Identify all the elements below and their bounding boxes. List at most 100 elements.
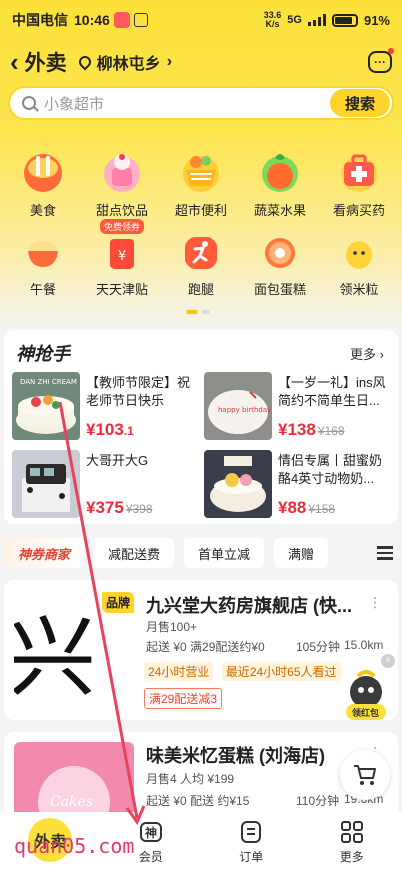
category-bakery[interactable]: 面包蛋糕 <box>241 231 319 298</box>
store-name: 味美米忆蛋糕 (刘海店) <box>146 746 325 766</box>
category-dessert[interactable]: 甜点饮品 <box>83 148 161 219</box>
category-label: 看病买药 <box>332 203 385 218</box>
status-bar: 中国电信 10:46 33.6 K/s 5G 91% <box>0 0 402 40</box>
app-notification-icon <box>113 12 130 28</box>
product-card[interactable]: 情侣专属丨甜蜜奶酪4英寸动物奶... ¥88 ¥158 <box>204 450 394 522</box>
page-title: 外卖 <box>24 52 67 75</box>
category-label: 美食 <box>29 203 56 218</box>
category-lunch[interactable]: 午餐 <box>4 231 82 298</box>
flash-sale-title: 神抢手 <box>16 344 70 364</box>
original-price: ¥398 <box>125 502 153 516</box>
food-icon <box>24 154 62 192</box>
store-name: 九兴堂大药房旗舰店 (快... <box>146 596 352 616</box>
location-selector[interactable]: 柳林屯乡 › <box>76 50 173 74</box>
product-card[interactable]: DAN ZHI CREAM 【教师节限定】祝老师节日快乐 ¥103.1 <box>12 372 202 444</box>
product-price: ¥375 ¥398 <box>86 498 153 517</box>
product-name: 【一岁一礼】ins风简约不简单生日... <box>278 375 386 408</box>
medicine-icon <box>341 154 377 192</box>
product-card[interactable]: 大哥开大G ¥375 ¥398 <box>12 450 202 522</box>
more-link[interactable]: 更多 › <box>350 344 384 363</box>
filter-chip[interactable]: 首单立减 <box>184 538 265 568</box>
cart-icon <box>354 765 376 785</box>
search-icon <box>22 96 36 110</box>
chevron-right-icon: › <box>166 53 173 70</box>
product-name: 情侣专属丨甜蜜奶酪4英寸动物奶... <box>278 453 383 486</box>
member-icon: 神 <box>139 822 162 842</box>
dessert-icon <box>104 154 140 192</box>
search-button[interactable]: 搜索 <box>330 89 390 117</box>
clock: 10:46 <box>74 12 110 28</box>
red-packet-float[interactable]: 领红包 <box>338 670 394 722</box>
tab-label: 会员 <box>138 850 163 864</box>
location-label: 柳林屯乡 <box>96 56 161 73</box>
filter-chip[interactable]: 满赠 <box>274 538 329 568</box>
red-packet-label: 领红包 <box>352 708 380 718</box>
filter-chip[interactable]: 减配送费 <box>94 538 175 568</box>
store-delivery: 起送 ¥0 满29配送约¥0 <box>146 640 265 654</box>
product-image: happy birthday <box>204 372 272 440</box>
signal-icon <box>307 14 326 26</box>
original-price: ¥158 <box>308 502 336 516</box>
category-fruit[interactable]: 蔬菜水果 <box>241 148 319 219</box>
fruit-icon <box>262 154 298 192</box>
battery-label: 91% <box>363 12 390 28</box>
rice-grain-icon <box>346 241 372 269</box>
store-delivery: 起送 ¥0 配送 约¥15 <box>146 794 250 808</box>
product-price: ¥103.1 <box>86 420 134 439</box>
filter-chip[interactable]: 神券商家 <box>4 538 85 568</box>
product-image: DAN ZHI CREAM <box>12 372 80 440</box>
product-name: 【教师节限定】祝老师节日快乐 <box>86 375 191 408</box>
store-sales: 月售4 人均 ¥199 <box>146 772 235 786</box>
location-pin-icon <box>76 53 94 71</box>
category-errand[interactable]: 跑腿 <box>162 231 240 298</box>
category-food[interactable]: 美食 <box>4 148 82 219</box>
filter-menu-icon[interactable] <box>368 536 402 570</box>
store-tag: 最近24小时65人看过 <box>221 662 341 681</box>
category-rice-points[interactable]: 领米粒 <box>320 231 398 298</box>
category-medicine[interactable]: 看病买药 <box>320 148 398 219</box>
message-button[interactable]: ··· <box>368 48 394 73</box>
category-label: 跑腿 <box>187 282 214 297</box>
store-card[interactable]: Cakes 味美米忆蛋糕 (刘海店) ⋮ 月售4 人均 ¥199 起送 ¥0 配… <box>4 732 398 822</box>
svg-text:happy birthday: happy birthday <box>218 406 271 414</box>
network-type: 5G <box>287 14 302 26</box>
flash-sale-card: 神抢手 更多 › DAN ZHI CREAM 【教师节限定】祝老师节日快乐 ¥1… <box>4 330 398 524</box>
page-indicator <box>186 310 210 314</box>
orders-icon <box>241 821 262 843</box>
category-allowance[interactable]: 免费领券 ¥ 天天津贴 <box>83 219 161 298</box>
product-price: ¥138 ¥168 <box>278 420 345 439</box>
store-tags: 24小时营业 最近24小时65人看过 <box>144 662 345 681</box>
category-supermarket[interactable]: 超市便利 <box>162 148 240 219</box>
tab-label: 订单 <box>239 850 264 864</box>
search-input[interactable]: 小象超市 <box>44 93 104 114</box>
donut-icon <box>265 238 295 268</box>
promo-tag: 满29配送减3 <box>144 688 223 709</box>
tab-more[interactable]: 更多 <box>317 820 387 865</box>
product-card[interactable]: happy birthday 【一岁一礼】ins风简约不简单生日... ¥138… <box>204 372 394 444</box>
store-time: 110分钟 <box>296 794 340 808</box>
more-options-icon[interactable]: ⋮ <box>368 594 382 611</box>
category-label: 蔬菜水果 <box>253 203 306 218</box>
basket-icon <box>183 156 219 192</box>
close-icon[interactable]: × <box>381 654 395 668</box>
search-bar[interactable]: 小象超市 搜索 <box>8 86 394 120</box>
cart-button[interactable] <box>340 750 390 800</box>
original-price: ¥168 <box>317 424 345 438</box>
product-name: 大哥开大G <box>86 453 149 468</box>
svg-text:兴: 兴 <box>14 606 96 709</box>
back-icon[interactable]: ‹ <box>10 47 19 78</box>
category-grid: 美食 甜点饮品 超市便利 蔬菜水果 看病买药 午餐 免费领券 ¥ 天天津贴 跑腿… <box>0 148 402 298</box>
top-nav: ‹ 外卖 柳林屯乡 › ··· <box>0 44 402 80</box>
notification-icon <box>133 13 148 27</box>
category-label: 天天津贴 <box>95 282 148 297</box>
tab-label: 更多 <box>339 850 364 864</box>
svg-text:Cakes: Cakes <box>50 794 93 810</box>
battery-icon <box>331 13 358 27</box>
unread-dot <box>388 48 394 54</box>
store-time: 105分钟 <box>296 640 341 654</box>
tab-orders[interactable]: 订单 <box>216 820 286 865</box>
store-sales: 月售100+ <box>146 620 198 634</box>
red-packet-icon: ¥ <box>110 239 134 269</box>
message-icon: ··· <box>374 55 386 69</box>
store-tag: 24小时营业 <box>144 662 214 681</box>
